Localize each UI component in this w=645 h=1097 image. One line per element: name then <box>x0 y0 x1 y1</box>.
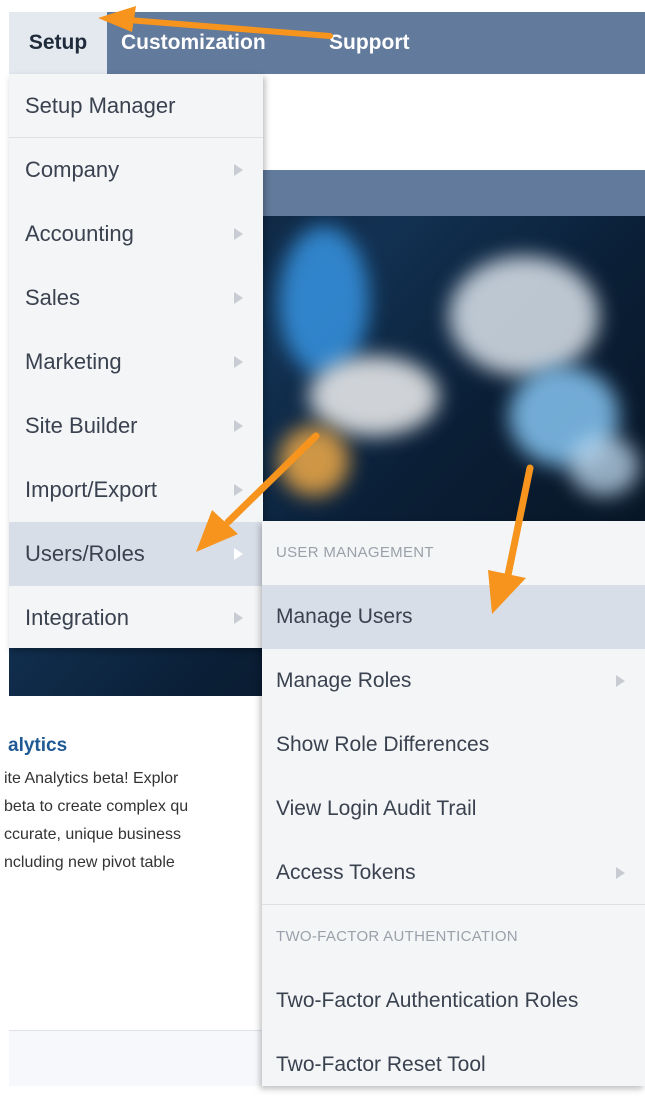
menu-item-show-role-differences[interactable]: Show Role Differences <box>262 713 645 777</box>
menu-item-manage-roles[interactable]: Manage Roles <box>262 649 645 713</box>
menu-item-view-login-audit-trail[interactable]: View Login Audit Trail <box>262 777 645 841</box>
analytics-text-line: ite Analytics beta! Explor <box>4 770 179 787</box>
submenu-arrow-icon <box>234 292 243 304</box>
analytics-text-line: ccurate, unique business <box>4 826 181 843</box>
submenu-arrow-icon <box>234 484 243 496</box>
menu-item-label: View Login Audit Trail <box>276 797 477 820</box>
menu-item-integration[interactable]: Integration <box>9 586 263 650</box>
section-header-user-management: USER MANAGEMENT <box>276 544 434 561</box>
menu-item-label: Show Role Differences <box>276 733 490 756</box>
menu-item-label: Import/Export <box>25 477 158 502</box>
page-bottom-area <box>9 1031 269 1086</box>
menu-item-label: Accounting <box>25 221 134 246</box>
menu-item-two-factor-roles[interactable]: Two-Factor Authentication Roles <box>262 969 645 1033</box>
menu-item-label: Sales <box>25 285 81 310</box>
menu-item-sales[interactable]: Sales <box>9 266 263 330</box>
menu-item-label: Integration <box>25 605 129 630</box>
menu-item-accounting[interactable]: Accounting <box>9 202 263 266</box>
submenu-arrow-icon <box>234 612 243 624</box>
submenu-arrow-icon <box>234 548 243 560</box>
nav-support-tab[interactable]: Support <box>329 12 409 74</box>
menu-item-two-factor-reset[interactable]: Two-Factor Reset Tool <box>262 1033 645 1097</box>
menu-item-label: Manage Roles <box>276 669 412 692</box>
menu-item-marketing[interactable]: Marketing <box>9 330 263 394</box>
menu-item-label: Company <box>25 157 120 182</box>
nav-customization-tab[interactable]: Customization <box>121 12 266 74</box>
analytics-title[interactable]: alytics <box>0 735 262 757</box>
setup-dropdown-menu: Setup Manager Company Accounting Sales M… <box>9 74 263 648</box>
menu-item-label: Users/Roles <box>25 541 145 566</box>
menu-item-label: Site Builder <box>25 413 138 438</box>
nav-setup-tab[interactable]: Setup <box>9 12 107 74</box>
submenu-arrow-icon <box>234 164 243 176</box>
menu-item-label: Access Tokens <box>276 861 416 884</box>
analytics-text-line: beta to create complex qu <box>4 798 189 815</box>
menu-item-manage-users[interactable]: Manage Users <box>262 585 645 649</box>
analytics-promo: alytics ite Analytics beta! Explor beta … <box>0 735 262 877</box>
menu-item-setup-manager[interactable]: Setup Manager <box>9 74 263 138</box>
menu-item-label: Manage Users <box>276 605 413 628</box>
menu-item-label: Two-Factor Reset Tool <box>276 1053 486 1076</box>
menu-item-label: Setup Manager <box>25 93 176 118</box>
analytics-text-line: ncluding new pivot table <box>4 854 175 871</box>
menu-item-company[interactable]: Company <box>9 138 263 202</box>
section-header-two-factor: TWO-FACTOR AUTHENTICATION <box>276 928 518 945</box>
menu-item-users-roles[interactable]: Users/Roles <box>9 522 263 586</box>
menu-item-label: Marketing <box>25 349 122 374</box>
submenu-arrow-icon <box>616 675 625 687</box>
menu-item-import-export[interactable]: Import/Export <box>9 458 263 522</box>
submenu-arrow-icon <box>234 356 243 368</box>
submenu-arrow-icon <box>616 867 625 879</box>
users-roles-submenu: USER MANAGEMENT Manage Users Manage Role… <box>262 521 645 1086</box>
menu-item-site-builder[interactable]: Site Builder <box>9 394 263 458</box>
submenu-arrow-icon <box>234 420 243 432</box>
top-nav-bar: Setup Customization Support <box>9 12 645 74</box>
menu-item-access-tokens[interactable]: Access Tokens <box>262 841 645 905</box>
submenu-arrow-icon <box>234 228 243 240</box>
menu-item-label: Two-Factor Authentication Roles <box>276 989 579 1012</box>
